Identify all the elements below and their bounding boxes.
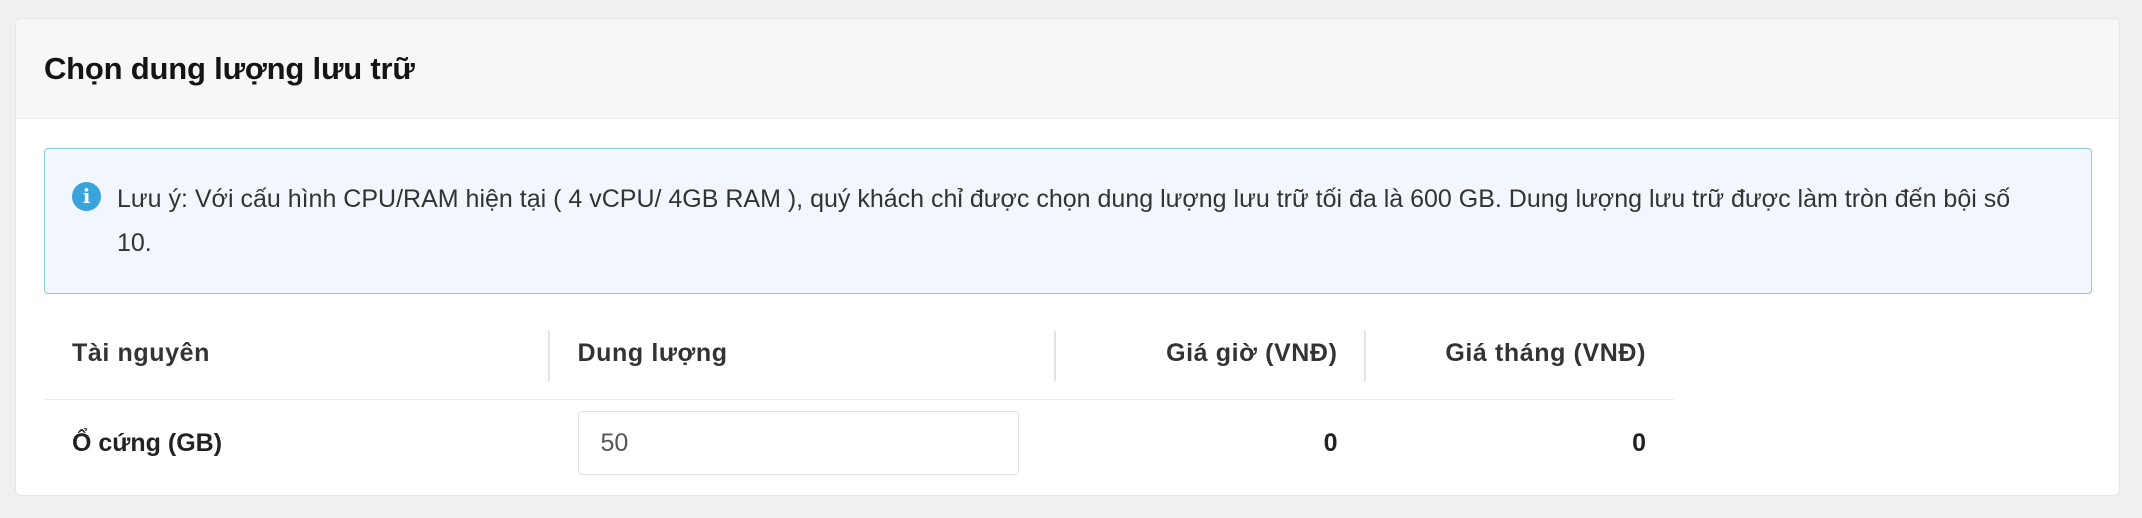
storage-notice: i Lưu ý: Với cấu hình CPU/RAM hiện tại (…: [44, 148, 2092, 294]
capacity-cell: [550, 399, 1057, 487]
monthly-price-cell: 0: [1632, 428, 1646, 457]
info-icon: i: [72, 182, 101, 211]
column-header-hourly-price: Giá giờ (VNĐ): [1056, 309, 1367, 400]
resource-name-cell: Ổ cứng (GB): [72, 428, 223, 457]
notice-text: Lưu ý: Với cấu hình CPU/RAM hiện tại ( 4…: [117, 185, 2011, 257]
storage-capacity-input[interactable]: [577, 411, 1019, 476]
resource-table: Tài nguyên Dung lượng Giá giờ (VNĐ) Giá …: [44, 309, 1674, 487]
hourly-price-cell: 0: [1323, 428, 1338, 457]
storage-section-card: Chọn dung lượng lưu trữ i Lưu ý: Với cấu…: [15, 18, 2120, 496]
section-title: Chọn dung lượng lưu trữ: [44, 50, 415, 86]
column-header-capacity: Dung lượng: [549, 309, 1057, 400]
table-header-row: Tài nguyên Dung lượng Giá giờ (VNĐ) Giá …: [44, 309, 1674, 400]
column-header-resource: Tài nguyên: [44, 309, 550, 400]
table-row: Ổ cứng (GB) 0 0: [44, 399, 1674, 487]
column-header-monthly-price: Giá tháng (VNĐ): [1365, 309, 1674, 400]
section-header: Chọn dung lượng lưu trữ: [16, 19, 2119, 119]
